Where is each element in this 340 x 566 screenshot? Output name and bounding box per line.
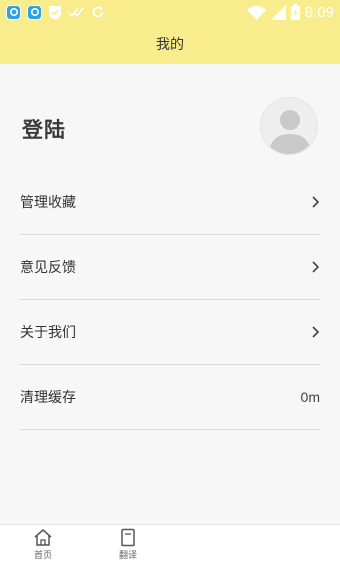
menu-item-label: 意见反馈 (20, 260, 76, 276)
tab-home[interactable]: 首页 (18, 528, 68, 561)
sync-icon (92, 6, 104, 18)
status-time: 8:09 (304, 3, 334, 21)
battery-charging-icon (290, 4, 300, 20)
app-icon (27, 4, 42, 20)
menu-item-favorites[interactable]: 管理收藏 (20, 170, 320, 235)
menu-item-label: 关于我们 (20, 325, 76, 341)
menu-item-feedback[interactable]: 意见反馈 (20, 235, 320, 300)
chevron-right-icon (312, 326, 320, 338)
status-bar: 8:09 (0, 0, 340, 24)
signal-icon (270, 4, 286, 20)
chevron-right-icon (312, 261, 320, 273)
home-icon (34, 529, 52, 546)
menu-item-label: 清理缓存 (20, 390, 76, 406)
chevron-right-icon (312, 196, 320, 208)
page-title: 我的 (156, 37, 184, 53)
bottom-tab-bar: 首页 翻译 (0, 524, 340, 566)
settings-menu: 管理收藏 意见反馈 关于我们 清理缓存 0m (0, 170, 340, 430)
check-icon (68, 7, 84, 18)
header: 8:09 我的 (0, 0, 340, 64)
menu-item-label: 管理收藏 (20, 195, 76, 211)
app-icon (6, 4, 21, 20)
menu-item-clear-cache[interactable]: 清理缓存 0m (20, 365, 320, 430)
user-avatar-icon[interactable] (260, 97, 318, 155)
book-icon (121, 528, 135, 547)
tab-label: 首页 (33, 551, 52, 561)
cache-size-value: 0m (300, 389, 320, 405)
wifi-icon (246, 5, 266, 20)
shield-icon (49, 5, 61, 19)
tab-translate[interactable]: 翻译 (103, 528, 153, 561)
tab-label: 翻译 (118, 551, 137, 561)
menu-item-about[interactable]: 关于我们 (20, 300, 320, 365)
login-button[interactable]: 登陆 (22, 114, 66, 144)
